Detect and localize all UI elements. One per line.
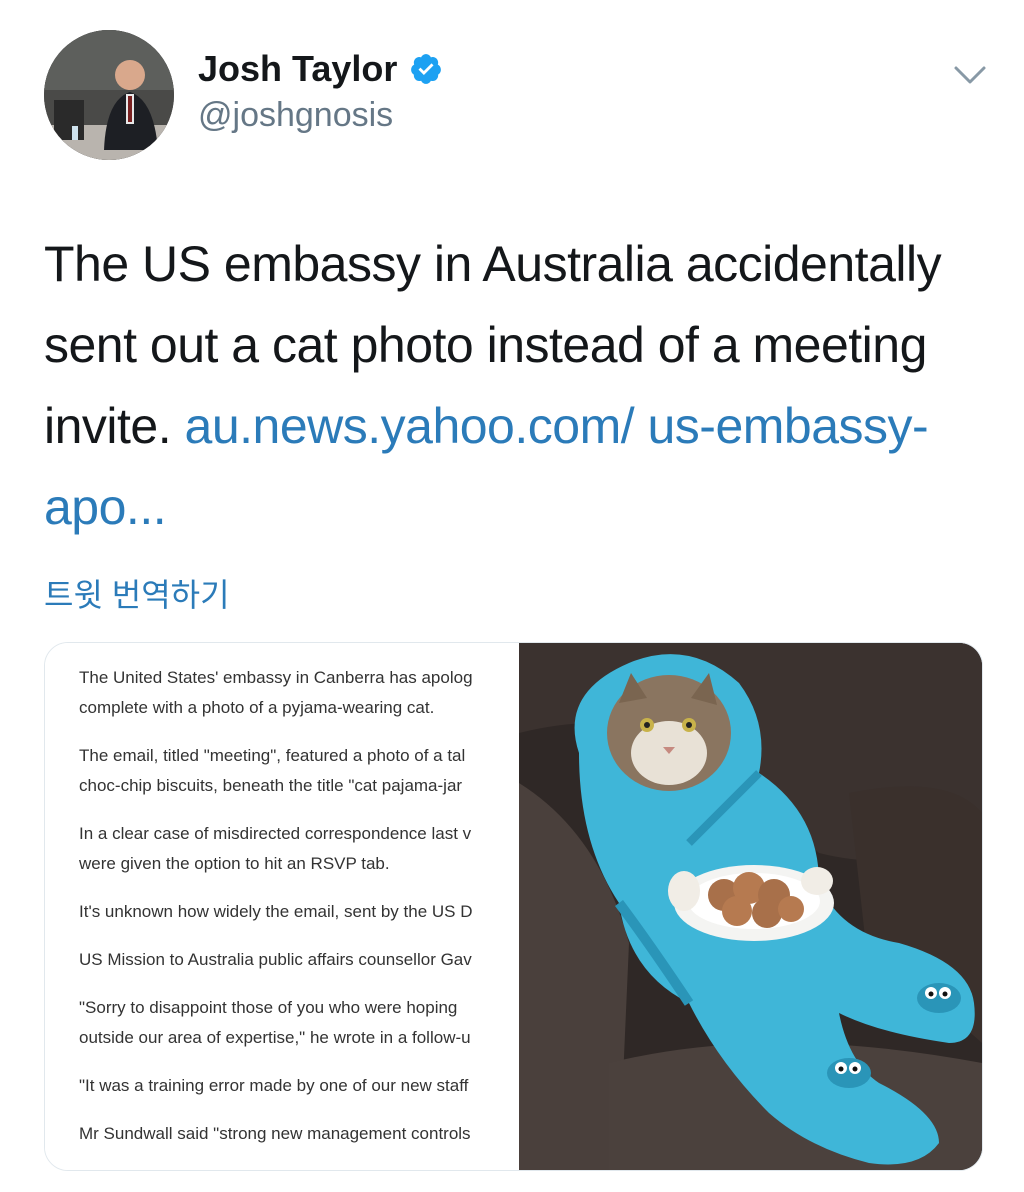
article-paragraph: Mr Sundwall said "strong new management …: [79, 1124, 471, 1143]
verified-badge-icon: [411, 54, 442, 84]
article-screenshot[interactable]: The United States' embassy in Canberra h…: [45, 643, 508, 1170]
article-text: The United States' embassy in Canberra h…: [79, 663, 508, 1167]
translate-tweet-link[interactable]: 트윗 번역하기: [44, 570, 230, 616]
tweet-text: The US embassy in Australia accidentally…: [44, 224, 1004, 548]
article-paragraph: "It was a training error made by one of …: [79, 1076, 469, 1095]
profile-photo-icon: [44, 30, 174, 160]
chevron-down-icon[interactable]: [950, 60, 990, 90]
article-paragraph: In a clear case of misdirected correspon…: [79, 824, 472, 873]
article-paragraph: US Mission to Australia public affairs c…: [79, 950, 472, 969]
author-handle[interactable]: @joshgnosis: [198, 96, 393, 135]
article-paragraph: The email, titled "meeting", featured a …: [79, 746, 466, 795]
article-paragraph: The United States' embassy in Canberra h…: [79, 668, 473, 717]
cat-photo[interactable]: [519, 643, 982, 1170]
article-paragraph: "Sorry to disappoint those of you who we…: [79, 998, 471, 1047]
author-display-name[interactable]: Josh Taylor: [198, 48, 397, 90]
cat-in-pajamas-photo-icon: [519, 643, 982, 1170]
tweet-media[interactable]: The United States' embassy in Canberra h…: [44, 642, 983, 1171]
author-name-row[interactable]: Josh Taylor: [198, 48, 443, 90]
author-avatar[interactable]: [44, 30, 174, 160]
article-paragraph: It's unknown how widely the email, sent …: [79, 902, 473, 921]
